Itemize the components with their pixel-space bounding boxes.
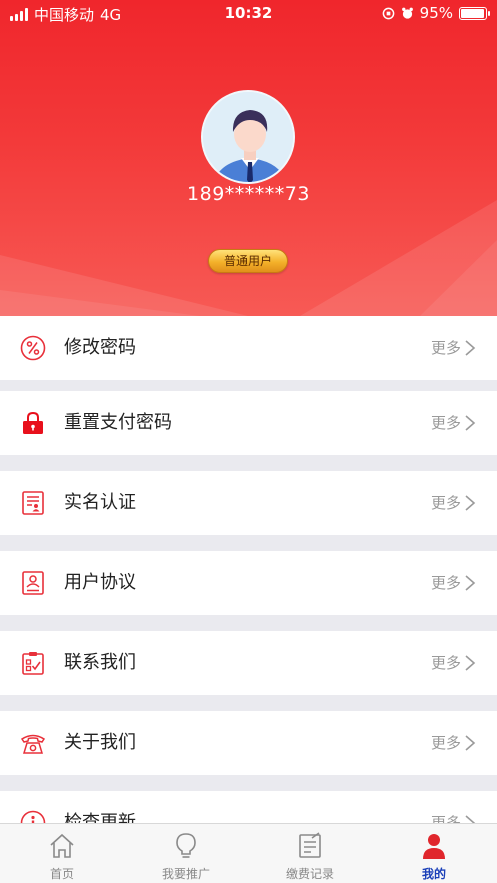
- avatar[interactable]: [201, 90, 295, 184]
- tab-promote[interactable]: 我要推广: [124, 824, 248, 883]
- chevron-right-icon: [465, 340, 476, 356]
- more-label: 更多: [430, 734, 461, 752]
- more-label: 更多: [430, 339, 461, 357]
- more-link[interactable]: 更多: [431, 410, 477, 436]
- id-card-icon: [22, 491, 44, 515]
- tab-mine[interactable]: 我的: [372, 824, 496, 883]
- tab-label: 缴费记录: [285, 867, 334, 881]
- menu-item-label: 用户协议: [64, 572, 136, 593]
- avatar-person-icon: [203, 92, 293, 182]
- orientation-lock-icon: [382, 7, 395, 19]
- clipboard-check-icon: [22, 652, 44, 675]
- battery-icon: [459, 6, 490, 20]
- status-bar: 中国移动 4G 10:32 95%: [0, 0, 497, 26]
- more-link[interactable]: 更多: [431, 570, 477, 596]
- tab-home[interactable]: 首页: [0, 824, 124, 883]
- battery-percent: 95%: [419, 4, 453, 22]
- menu-item-label: 实名认证: [64, 492, 136, 513]
- lock-icon: [23, 411, 43, 434]
- more-label: 更多: [430, 414, 461, 432]
- person-icon: [423, 834, 445, 859]
- menu-item-label: 重置支付密码: [64, 412, 172, 433]
- menu-item-contact-us[interactable]: 联系我们 更多: [0, 631, 497, 695]
- menu-item-change-password[interactable]: 修改密码 更多: [0, 316, 497, 380]
- chevron-right-icon: [465, 735, 476, 751]
- home-icon: [50, 833, 74, 858]
- more-label: 更多: [430, 654, 461, 672]
- menu-item-user-agreement[interactable]: 用户协议 更多: [0, 551, 497, 615]
- more-link[interactable]: 更多: [431, 650, 477, 676]
- record-icon: [299, 832, 321, 858]
- more-link[interactable]: 更多: [431, 730, 477, 756]
- more-link[interactable]: 更多: [431, 490, 477, 516]
- percent-circle-icon: [20, 335, 46, 361]
- more-label: 更多: [430, 574, 461, 592]
- lightbulb-icon: [176, 833, 196, 858]
- chevron-right-icon: [465, 655, 476, 671]
- menu-item-reset-pay-password[interactable]: 重置支付密码 更多: [0, 391, 497, 455]
- tab-payment-records[interactable]: 缴费记录: [248, 824, 372, 883]
- menu-item-real-name-auth[interactable]: 实名认证 更多: [0, 471, 497, 535]
- menu-item-label: 修改密码: [64, 337, 136, 358]
- profile-header: 中国移动 4G 10:32 95% 189******73 普通用户: [0, 0, 497, 316]
- tab-label: 首页: [49, 867, 74, 881]
- tab-label: 我要推广: [161, 867, 210, 881]
- more-link[interactable]: 更多: [431, 335, 477, 361]
- more-label: 更多: [430, 494, 461, 512]
- user-document-icon: [22, 571, 44, 595]
- chevron-right-icon: [465, 495, 476, 511]
- chevron-right-icon: [465, 575, 476, 591]
- tab-label: 我的: [421, 867, 446, 881]
- alarm-icon: [401, 7, 413, 19]
- chevron-right-icon: [465, 415, 476, 431]
- menu-item-about-us[interactable]: 关于我们 更多: [0, 711, 497, 775]
- telephone-icon: [20, 734, 46, 754]
- menu-item-label: 关于我们: [64, 732, 136, 753]
- bottom-tab-bar: 首页 我要推广 缴费记录 我的: [0, 823, 497, 883]
- user-level-badge: 普通用户: [208, 249, 288, 273]
- menu-item-label: 联系我们: [64, 652, 136, 673]
- phone-number: 189******73: [187, 183, 310, 205]
